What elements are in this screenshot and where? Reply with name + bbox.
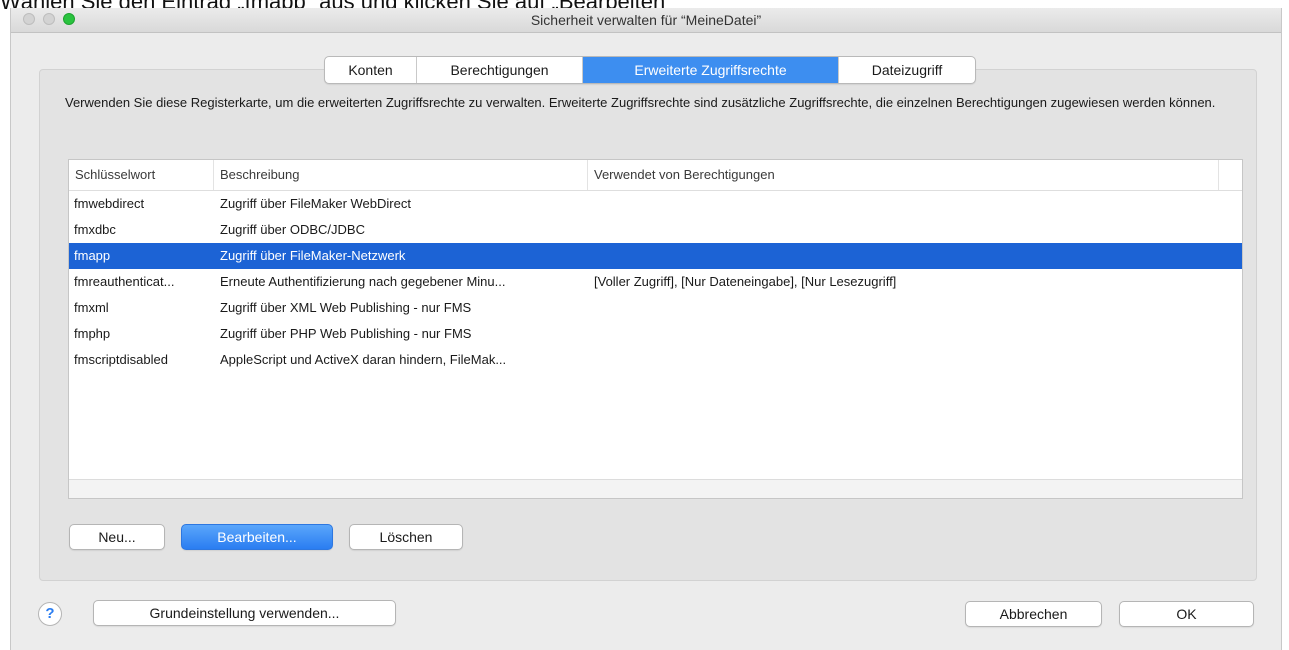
table-row[interactable]: fmxdbc Zugriff über ODBC/JDBC <box>69 217 1242 243</box>
cell-description: Zugriff über FileMaker WebDirect <box>220 196 411 211</box>
cell-description: Zugriff über FileMaker-Netzwerk <box>220 248 406 263</box>
cell-description: Zugriff über XML Web Publishing - nur FM… <box>220 300 472 315</box>
window-title: Sicherheit verwalten für “MeineDatei” <box>530 12 762 28</box>
tab-konten[interactable]: Konten <box>325 57 417 83</box>
cell-keyword: fmapp <box>74 248 111 263</box>
cell-used-by: [Voller Zugriff], [Nur Dateneingabe], [N… <box>594 274 897 289</box>
title-bar: Sicherheit verwalten für “MeineDatei” <box>11 8 1281 33</box>
cell-description: Zugriff über ODBC/JDBC <box>220 222 365 237</box>
cell-keyword: fmxml <box>74 300 109 315</box>
table-row[interactable]: fmxml Zugriff über XML Web Publishing - … <box>69 295 1242 321</box>
extended-privileges-table: Schlüsselwort Beschreibung Verwendet von… <box>68 159 1243 499</box>
cell-keyword: fmreauthenticat... <box>74 274 175 289</box>
cancel-button[interactable]: Abbrechen <box>965 601 1102 627</box>
cell-description: Erneute Authentifizierung nach gegebener… <box>220 274 506 289</box>
table-row[interactable]: fmreauthenticat... Erneute Authentifizie… <box>69 269 1242 295</box>
table-header: Schlüsselwort Beschreibung Verwendet von… <box>69 160 1242 191</box>
help-icon[interactable]: ? <box>38 602 62 626</box>
column-header-used-by[interactable]: Verwendet von Berechtigungen <box>588 160 1219 190</box>
cell-used-by <box>589 217 1229 243</box>
cell-keyword: fmphp <box>74 326 111 341</box>
ok-button[interactable]: OK <box>1119 601 1254 627</box>
tab-bar: Konten Berechtigungen Erweiterte Zugriff… <box>324 56 976 84</box>
tab-berechtigungen[interactable]: Berechtigungen <box>417 57 583 83</box>
cell-keyword: fmwebdirect <box>74 196 145 211</box>
column-header-description[interactable]: Beschreibung <box>214 160 588 190</box>
cell-keyword: fmscriptdisabled <box>74 352 168 367</box>
tab-description: Verwenden Sie diese Registerkarte, um di… <box>65 95 1216 110</box>
security-dialog: Sicherheit verwalten für “MeineDatei” Ko… <box>10 8 1282 650</box>
delete-button[interactable]: Löschen <box>349 524 463 550</box>
table-scroll-area[interactable] <box>69 479 1242 498</box>
cell-used-by <box>589 191 1229 217</box>
cell-used-by <box>589 321 1229 347</box>
table-body: fmwebdirect Zugriff über FileMaker WebDi… <box>69 191 1242 373</box>
use-defaults-button[interactable]: Grundeinstellung verwenden... <box>93 600 396 626</box>
cell-keyword: fmxdbc <box>74 222 116 237</box>
cell-description: Zugriff über PHP Web Publishing - nur FM… <box>220 326 472 341</box>
tab-dateizugriff[interactable]: Dateizugriff <box>839 57 975 83</box>
cell-used-by <box>589 347 1229 373</box>
table-row[interactable]: fmwebdirect Zugriff über FileMaker WebDi… <box>69 191 1242 217</box>
table-row[interactable]: fmscriptdisabled AppleScript und ActiveX… <box>69 347 1242 373</box>
table-row-selected[interactable]: fmapp Zugriff über FileMaker-Netzwerk <box>69 243 1242 269</box>
column-header-keyword[interactable]: Schlüsselwort <box>69 160 214 190</box>
tab-erweiterte-zugriffsrechte[interactable]: Erweiterte Zugriffsrechte <box>583 57 839 83</box>
cell-description: AppleScript und ActiveX daran hindern, F… <box>220 352 507 367</box>
edit-button[interactable]: Bearbeiten... <box>181 524 333 550</box>
new-button[interactable]: Neu... <box>69 524 165 550</box>
table-row[interactable]: fmphp Zugriff über PHP Web Publishing - … <box>69 321 1242 347</box>
cell-used-by <box>589 243 1229 269</box>
cell-used-by <box>589 295 1229 321</box>
